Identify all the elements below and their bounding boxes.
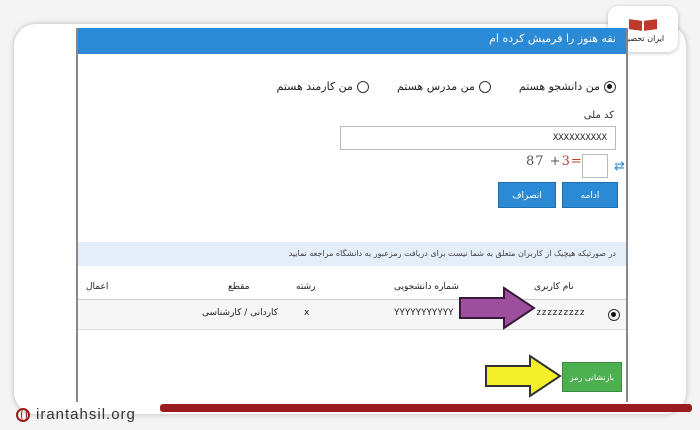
logo-text: ایران تحصیل [621, 33, 665, 43]
radio-staff-label: من کارمند هستم [276, 80, 353, 93]
captcha-image: 87 +3= [526, 154, 583, 169]
site-url: irantahsil.org [36, 406, 136, 423]
book-icon [627, 16, 659, 32]
radio-teacher-label: من مدرس هستم [396, 80, 475, 93]
radio-icon[interactable] [356, 80, 369, 93]
header-actions: اعمال [86, 282, 109, 292]
refresh-icon[interactable]: ⇄ [614, 159, 625, 174]
cell-field: x [304, 308, 310, 318]
header-level: مقطع [228, 282, 250, 292]
row-select-radio[interactable] [608, 309, 620, 321]
radio-student[interactable]: من دانشجو هستم [519, 80, 616, 93]
purple-arrow-icon [459, 286, 536, 330]
radio-icon[interactable] [604, 80, 616, 93]
globe-icon [16, 407, 30, 422]
cell-level: کاردانی / کارشناسی [202, 308, 279, 318]
captcha-row: 87 +3= ⇄ [526, 154, 626, 180]
national-code-label: کد ملی [583, 110, 614, 121]
bottom-accent-bar [160, 404, 692, 412]
radio-student-label: من دانشجو هستم [518, 80, 600, 93]
reset-password-button[interactable]: بازنشانی رمز عبور [562, 362, 622, 392]
continue-button[interactable]: ادامه [562, 182, 618, 208]
cancel-button[interactable]: انصراف [498, 182, 556, 208]
login-screenshot: نقه هنوز را فرمیش کرده ام من دانشجو هستم… [76, 28, 628, 402]
radio-icon[interactable] [478, 80, 491, 93]
table-header: نام کاربری شماره دانشجویی رشته مقطع اعما… [78, 278, 626, 300]
site-footer: irantahsil.org [16, 406, 136, 423]
header-username: نام کاربری [534, 282, 574, 292]
cell-username: zzzzzzzzz [536, 308, 585, 318]
form-header: نقه هنوز را فرمیش کرده ام [78, 28, 626, 54]
info-message: در صورتیکه هیچیک از کاربران متعلق به شما… [78, 242, 626, 266]
table-row[interactable]: zzzzzzzzz YYYYYYYYYYY x کاردانی / کارشنا… [78, 300, 626, 330]
yellow-arrow-icon [485, 354, 562, 398]
radio-staff[interactable]: من کارمند هستم [277, 80, 369, 93]
captcha-input[interactable] [582, 154, 608, 178]
national-code-input[interactable]: XXXXXXXXXX [340, 126, 616, 150]
radio-teacher[interactable]: من مدرس هستم [397, 80, 491, 93]
cell-student-no: YYYYYYYYYYY [394, 308, 454, 318]
captcha-text: 87 + [526, 154, 562, 169]
header-field: رشته [296, 282, 316, 292]
header-student-no: شماره دانشجویی [394, 282, 459, 292]
captcha-mark: 3= [561, 154, 583, 169]
role-radio-group: من دانشجو هستم من مدرس هستم من کارمند هس… [88, 80, 616, 93]
